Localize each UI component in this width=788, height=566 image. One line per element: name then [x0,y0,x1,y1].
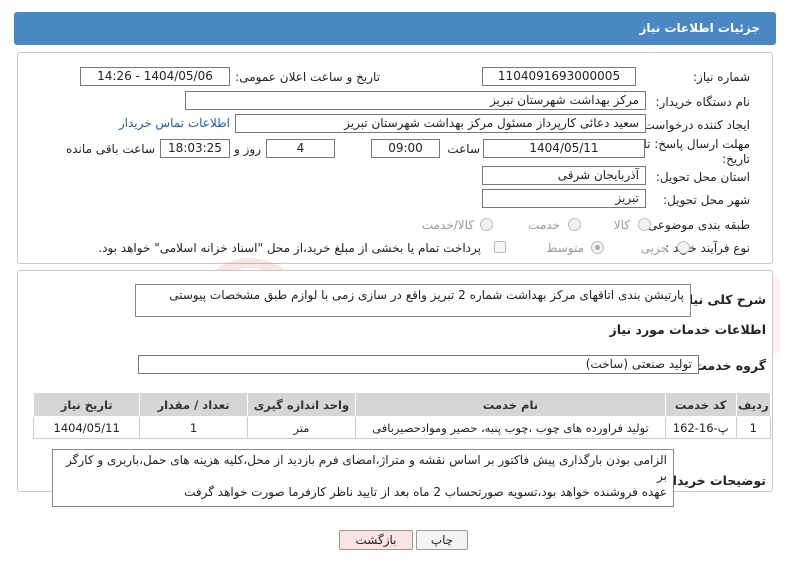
need-number-field: 1104091693000005 [482,67,636,86]
table-header-row: ردیف کد خدمت نام خدمت واحد اندازه گیری ت… [32,392,772,417]
back-button[interactable]: بازگشت [339,530,413,550]
remaining-time-field: 18:03:25 [160,139,230,158]
province-label: استان محل تحویل: [655,170,750,184]
cell-row: 1 [735,416,772,439]
col-row-header: ردیف [735,392,772,417]
category-option-goods: کالا [613,218,630,232]
remaining-label: ساعت باقی مانده [65,142,155,156]
col-code-header: کد خدمت [664,392,737,417]
days-field: 4 [266,139,335,158]
creator-label: ایجاد کننده درخواست: [639,118,750,132]
buyer-notes-line1: الزامی بودن بارگذاری پیش فاکتور بر اساس … [66,453,667,483]
cell-name: تولید فراورده های چوب ،چوب پنبه، حصیر وم… [355,416,666,439]
buyer-notes-field: الزامی بودن بارگذاری پیش فاکتور بر اساس … [52,449,674,507]
category-radio-goods[interactable] [638,218,651,231]
buyer-notes-label: توضیحات خریدار: [660,473,766,488]
deadline-label-line2: تاریخ: [722,152,750,166]
announce-label: تاریخ و ساعت اعلان عمومی: [235,70,380,84]
cell-qty: 1 [139,416,248,439]
time-label: ساعت [447,142,480,156]
category-option-goods-service: کالا/خدمت [421,218,474,232]
col-name-header: نام خدمت [355,392,666,417]
table-row: 1 پ-16-162 تولید فراورده های چوب ،چوب پن… [32,416,772,439]
city-field: تبریز [482,189,646,208]
days-label: روز و [234,142,261,156]
buyer-notes-line2: عهده فروشنده خواهد بود،تسویه صورتحساب 2 … [184,485,667,499]
col-date-header: تاریخ نیاز [32,392,141,417]
category-option-service: خدمت [528,218,560,232]
print-button[interactable]: چاپ [416,530,468,550]
page-title: جزئیات اطلاعات نیاز [639,21,760,35]
cell-code: پ-16-162 [664,416,737,439]
cell-date: 1404/05/11 [32,416,141,439]
deadline-date-field: 1404/05/11 [483,139,645,158]
col-qty-header: تعداد / مقدار [139,392,248,417]
buyer-contact-link[interactable]: اطلاعات تماس خریدار [119,116,230,130]
page-header: جزئیات اطلاعات نیاز [14,12,776,45]
creator-field: سعید دعائی کارپرداز مسئول مرکز بهداشت شه… [235,114,646,133]
services-table: ردیف کد خدمت نام خدمت واحد اندازه گیری ت… [32,392,772,439]
service-group-field: تولید صنعتی (ساخت) [138,355,699,374]
province-field: آذربایجان شرقی [482,166,646,185]
announce-field: 1404/05/06 - 14:26 [80,67,230,86]
service-group-label: گروه خدمت: [689,358,766,373]
category-label: طبقه بندی موضوعی: [643,218,750,232]
services-section-title: اطلاعات خدمات مورد نیاز [609,322,767,337]
buyer-org-label: نام دستگاه خریدار: [655,95,751,109]
deadline-label-line1: مهلت ارسال پاسخ: تا [643,137,750,151]
city-label: شهر محل تحویل: [663,193,750,207]
description-field: پارتیشن بندی اتاقهای مرکز بهداشت شماره 2… [135,284,691,317]
buyer-org-field: مرکز بهداشت شهرستان تبریز [185,91,646,110]
category-radio-service[interactable] [568,218,581,231]
deadline-time-field: 09:00 [371,139,440,158]
cell-unit: متر [246,416,357,439]
col-unit-header: واحد اندازه گیری [246,392,357,417]
need-number-label: شماره نیاز: [693,70,750,84]
category-radio-goods-service[interactable] [480,218,493,231]
